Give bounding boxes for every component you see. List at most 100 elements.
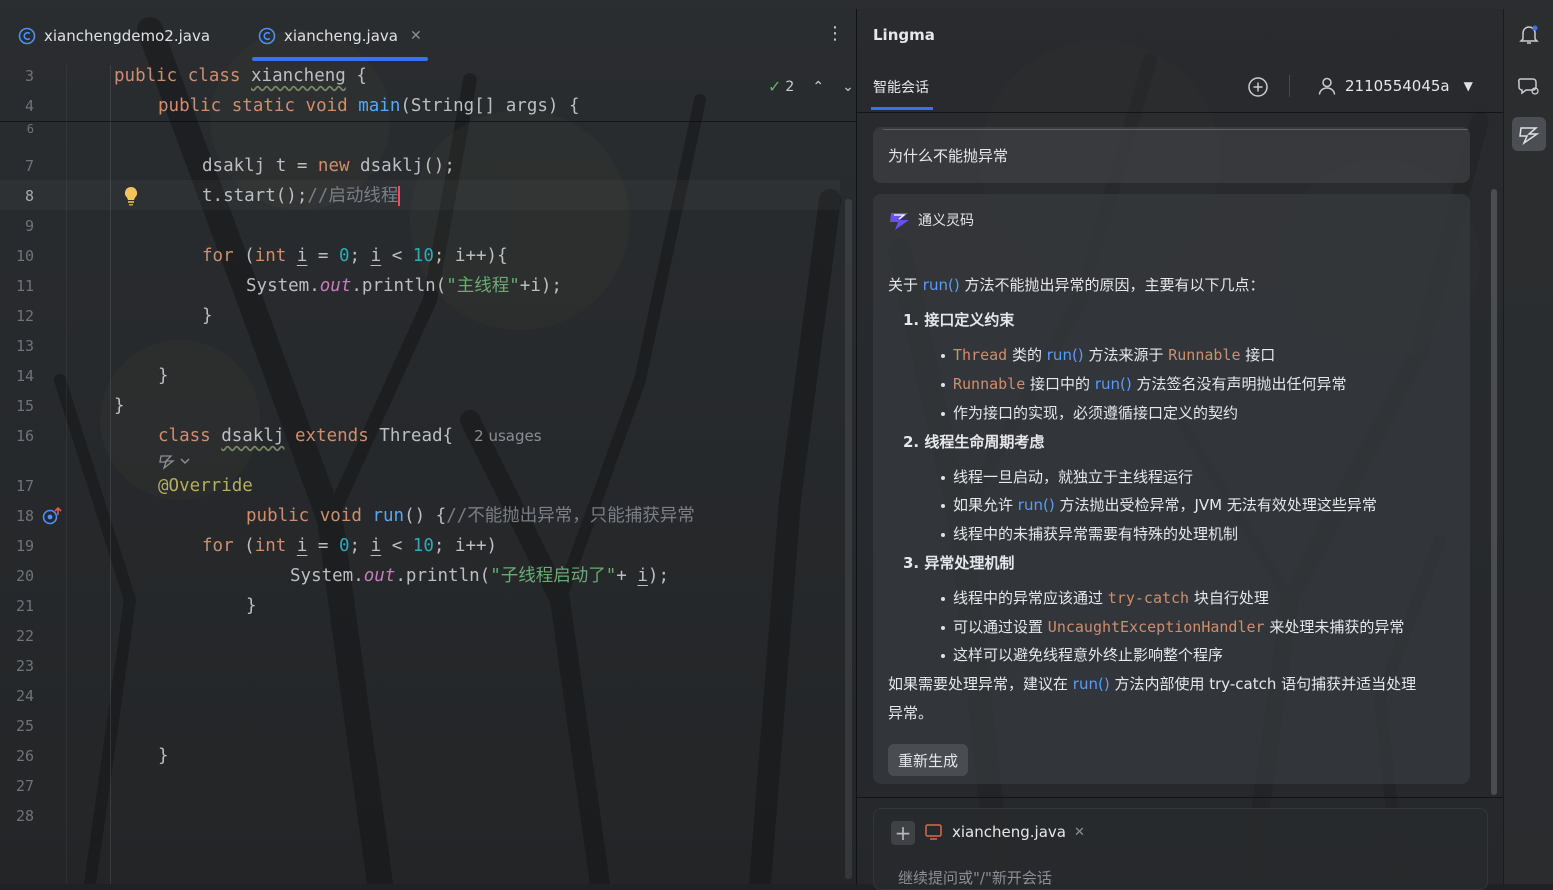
code-text: System.out.println("子线程启动了"+ i);: [290, 566, 669, 586]
notifications-button[interactable]: [1512, 17, 1546, 51]
user-account-dropdown[interactable]: 2110554045a ▼: [1317, 76, 1473, 96]
code-line[interactable]: 10 for (int i = 0; i < 10; i++){: [0, 241, 856, 271]
close-icon[interactable]: ✕: [410, 28, 422, 44]
line-number: 7: [24, 157, 34, 175]
section-heading: 2. 线程生命周期考虑: [903, 433, 1045, 451]
java-class-icon: [18, 27, 36, 45]
code-line[interactable]: 26 }: [0, 741, 856, 771]
code-text: @Override: [158, 476, 253, 496]
line-number: 16: [15, 427, 34, 445]
code-line[interactable]: 16 class dsaklj extends Thread{ 2 usages: [0, 421, 856, 451]
line-number: 11: [15, 277, 34, 295]
code-line[interactable]: 9: [0, 211, 856, 241]
line-number: 13: [15, 337, 34, 355]
more-vertical-icon[interactable]: ⋮: [826, 23, 844, 44]
usages-hint: 2 usages: [474, 427, 542, 445]
chat-input-box[interactable]: + xiancheng.java ✕ 继续提问或"/"新开会话: [873, 808, 1488, 890]
list-item: 作为接口的实现，必须遵循接口定义的契约: [941, 402, 1238, 423]
tongyi-lingma-icon: [890, 213, 909, 230]
assistant-answer-card: 通义灵码 关于 run() 方法不能抛出异常的原因，主要有以下几点： 1. 接口…: [873, 194, 1470, 784]
regenerate-button[interactable]: 重新生成: [888, 744, 969, 776]
list-item: 线程一旦启动，就独立于主线程运行: [941, 466, 1193, 487]
java-class-icon: [258, 27, 276, 45]
new-chat-icon[interactable]: [1247, 76, 1269, 98]
code-line[interactable]: 3 public class xiancheng {: [0, 61, 856, 91]
chat-input-placeholder[interactable]: 继续提问或"/"新开会话: [898, 867, 1052, 888]
code-line[interactable]: 19 for (int i = 0; i < 10; i++): [0, 531, 856, 561]
code-line[interactable]: 28: [0, 801, 856, 831]
code-text: for (int i = 0; i < 10; i++): [202, 536, 498, 556]
line-number: 26: [15, 747, 34, 765]
panel-title: Lingma: [873, 26, 935, 44]
assistant-name: 通义灵码: [918, 213, 974, 229]
line-number: 27: [15, 777, 34, 795]
code-line[interactable]: 17 @Override: [0, 471, 856, 501]
answer-conclusion: 如果需要处理异常，建议在 run() 方法内部使用 try-catch 语句捕获…: [888, 675, 1417, 693]
code-line[interactable]: 6: [0, 122, 856, 136]
panel-divider[interactable]: [856, 9, 857, 884]
code-line[interactable]: 20 System.out.println("子线程启动了"+ i);: [0, 561, 856, 591]
line-number: 19: [15, 537, 34, 555]
line-number: 20: [15, 567, 34, 585]
line-number: 6: [26, 122, 34, 136]
section-heading: 3. 异常处理机制: [903, 554, 1015, 572]
attached-file-chip[interactable]: xiancheng.java ✕: [924, 823, 1085, 841]
list-item: Thread 类的 run() 方法来源于 Runnable 接口: [941, 344, 1275, 365]
code-line[interactable]: 25: [0, 711, 856, 741]
add-context-button[interactable]: +: [891, 821, 915, 845]
code-editor[interactable]: xianchengdemo2.java xiancheng.java ✕ ⋮ ✓…: [0, 9, 856, 884]
code-line[interactable]: 4 public static void main(String[] args)…: [0, 91, 856, 121]
line-number: 9: [24, 217, 34, 235]
file-context-icon: [925, 824, 942, 840]
code-text: class dsaklj extends Thread{ 2 usages: [158, 426, 542, 446]
line-number: 23: [15, 657, 34, 675]
list-item: 线程中的异常应该通过 try-catch 块自行处理: [941, 587, 1269, 608]
code-text: public void run() {//不能抛出异常，只能捕获异常: [246, 506, 695, 526]
line-number: 12: [15, 307, 34, 325]
line-number: 8: [24, 187, 34, 205]
chat-bubble-icon: [1517, 78, 1539, 95]
answer-conclusion-cont: 异常。: [888, 704, 934, 722]
code-line[interactable]: 27: [0, 771, 856, 801]
list-item: 可以通过设置 UncaughtExceptionHandler 来处理未捕获的异…: [941, 616, 1404, 637]
code-line[interactable]: 24: [0, 681, 856, 711]
code-text: }: [246, 596, 257, 616]
line-number: 15: [15, 397, 34, 415]
chat-input-area: + xiancheng.java ✕ 继续提问或"/"新开会话: [857, 797, 1503, 890]
code-text: dsaklj t = new dsaklj();: [202, 156, 455, 176]
panel-scrollbar[interactable]: [1491, 189, 1497, 795]
close-icon[interactable]: ✕: [1074, 825, 1085, 840]
code-line[interactable]: 22: [0, 621, 856, 651]
code-line[interactable]: 14 }: [0, 361, 856, 391]
lingma-tool-button[interactable]: [1512, 117, 1546, 151]
list-item: 线程中的未捕获异常需要有特殊的处理机制: [941, 523, 1238, 544]
override-method-icon[interactable]: [42, 506, 64, 526]
code-line[interactable]: 7 dsaklj t = new dsaklj();: [0, 151, 856, 181]
tab-xianchengdemo2[interactable]: xianchengdemo2.java: [18, 23, 210, 49]
lightbulb-icon[interactable]: [122, 185, 140, 207]
code-text: public static void main(String[] args) {: [158, 96, 580, 116]
code-line[interactable]: 23: [0, 651, 856, 681]
list-item: 如果允许 run() 方法抛出受检异常，JVM 无法有效处理这些异常: [941, 494, 1377, 515]
line-number: 25: [15, 717, 34, 735]
active-tab-indicator: [871, 107, 933, 110]
question-text: 为什么不能抛异常: [888, 147, 1009, 165]
ai-assistant-inline-icon[interactable]: [158, 452, 192, 470]
ai-chat-button[interactable]: [1512, 69, 1546, 103]
code-text: for (int i = 0; i < 10; i++){: [202, 246, 508, 266]
code-line[interactable]: 13: [0, 331, 856, 361]
code-text: }: [158, 746, 169, 766]
code-text: }: [202, 306, 213, 326]
code-line[interactable]: 11 System.out.println("主线程"+i);: [0, 271, 856, 301]
line-number: 24: [15, 687, 34, 705]
code-line[interactable]: 12 }: [0, 301, 856, 331]
code-text: }: [114, 396, 125, 416]
line-number: 17: [15, 477, 34, 495]
tab-xiancheng[interactable]: xiancheng.java ✕: [258, 23, 422, 49]
code-line[interactable]: 15 }: [0, 391, 856, 421]
code-text: }: [158, 366, 169, 386]
code-line[interactable]: 18 public void run() {//不能抛出异常，只能捕获异常: [0, 501, 856, 531]
tab-smart-chat[interactable]: 智能会话: [873, 77, 929, 97]
code-line[interactable]: 21 }: [0, 591, 856, 621]
line-number: 3: [24, 67, 34, 85]
